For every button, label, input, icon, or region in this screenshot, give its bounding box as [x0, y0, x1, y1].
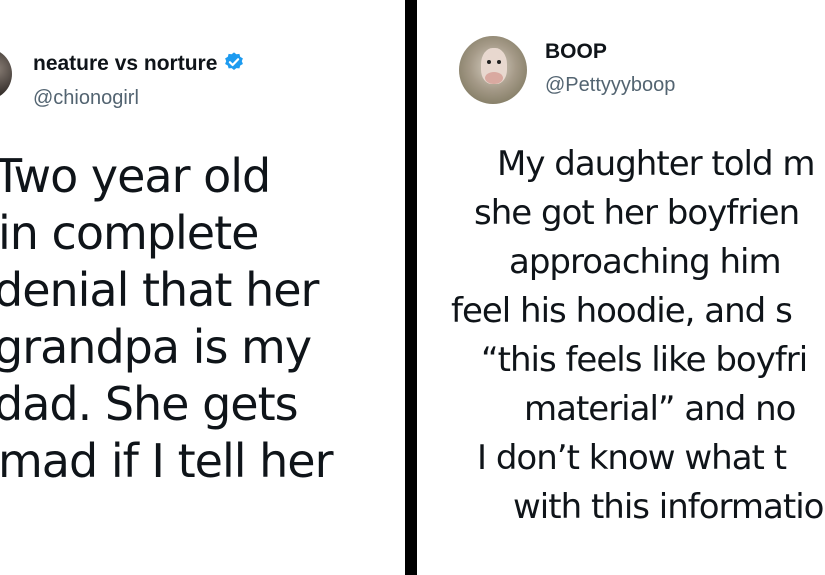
display-name-text[interactable]: neature vs norture [33, 52, 217, 75]
pig-eye-icon [487, 60, 491, 64]
tweet-line: “this feels like boyfri [481, 340, 808, 380]
tweet-line: dad. She gets [0, 377, 299, 431]
display-name[interactable]: BOOP [545, 40, 607, 64]
pig-eye-icon [497, 60, 501, 64]
tweet-line: with this informatio [513, 487, 824, 527]
tweet-text: Two year old in complete denial that her… [0, 148, 333, 490]
tweet-line: I don’t know what t [477, 438, 787, 478]
tweet-line: feel his hoodie, and s [451, 291, 793, 331]
tweet-line: My daughter told m [497, 144, 815, 184]
tweet-line: grandpa is my [0, 320, 312, 374]
tweet-card-right: BOOP @Pettyyyboop My daughter told m she… [417, 0, 825, 575]
tweet-line: she got her boyfrien [474, 193, 800, 233]
tweet-line: in complete [0, 206, 259, 260]
avatar[interactable] [0, 48, 12, 100]
tweet-line: Two year old [0, 149, 271, 203]
tweet-text: My daughter told m she got her boyfrien … [417, 140, 825, 532]
tweet-line: material” and no [524, 389, 796, 429]
tweet-card-left: neature vs norture @chionogirl Two year … [0, 0, 405, 575]
verified-badge-icon [225, 52, 244, 70]
avatar[interactable] [459, 36, 527, 104]
tweet-line: mad if I tell her [0, 434, 333, 488]
tweet-line: approaching him [509, 242, 782, 282]
display-name[interactable]: neature vs norture [33, 51, 245, 76]
pig-snout-icon [485, 72, 503, 84]
tweet-line: denial that her [0, 263, 319, 317]
handle[interactable]: @Pettyyyboop [545, 74, 675, 97]
handle[interactable]: @chionogirl [33, 87, 139, 110]
